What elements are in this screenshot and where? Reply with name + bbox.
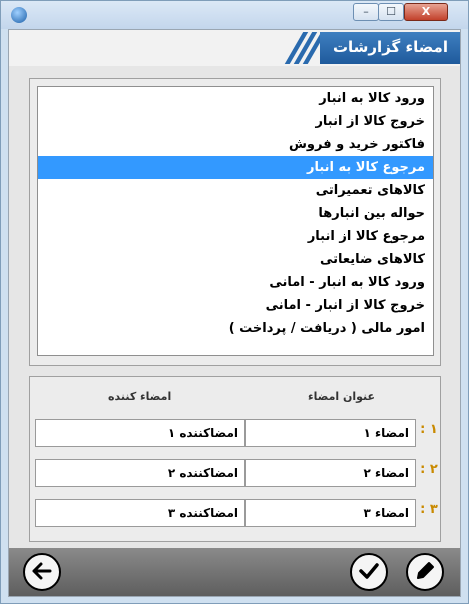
signature-row-1: امضاکننده ۱ امضاء ۱ ۱ : [30, 419, 440, 449]
signer-header: امضاء کننده [108, 390, 172, 403]
report-list-item[interactable]: خروج کالا از انبار [38, 110, 433, 133]
dialog-header: امضاء گزارشات [9, 30, 460, 66]
header-stripes [284, 32, 327, 64]
minimize-button[interactable]: – [353, 3, 379, 21]
bottom-toolbar [9, 548, 460, 596]
report-list-item[interactable]: کالاهای تعمیراتی [38, 179, 433, 202]
report-list-item[interactable]: حواله بین انبارها [38, 202, 433, 225]
edit-button[interactable] [406, 553, 444, 591]
check-icon [359, 563, 379, 579]
report-list-item[interactable]: کالاهای ضایعاتی [38, 248, 433, 271]
report-list-item[interactable]: ورود کالا به انبار [38, 87, 433, 110]
arrow-left-icon [32, 562, 52, 580]
back-button[interactable] [23, 553, 61, 591]
signature-group: عنوان امضاء امضاء کننده امضاکننده ۱ امضا… [29, 376, 441, 542]
signer-field-1[interactable]: امضاکننده ۱ [35, 419, 245, 447]
signer-field-3[interactable]: امضاکننده ۳ [35, 499, 245, 527]
signature-row-3: امضاکننده ۳ امضاء ۳ ۳ : [30, 499, 440, 529]
signature-title-field-3[interactable]: امضاء ۳ [245, 499, 416, 527]
app-window: – ☐ X امضاء گزارشات ورود کالا به انبار خر… [0, 0, 469, 604]
dialog-body: امضاء گزارشات ورود کالا به انبار خروج کال… [8, 29, 461, 597]
row-number-3: ۳ : [420, 502, 438, 517]
signer-field-2[interactable]: امضاکننده ۲ [35, 459, 245, 487]
row-number-1: ۱ : [420, 422, 438, 437]
report-list-group: ورود کالا به انبار خروج کالا از انبار فاکت… [29, 78, 441, 366]
signature-title-field-2[interactable]: امضاء ۲ [245, 459, 416, 487]
maximize-button[interactable]: ☐ [378, 3, 404, 21]
signature-title-header: عنوان امضاء [308, 390, 376, 403]
report-list-item[interactable]: مرجوع کالا به انبار [38, 156, 433, 179]
title-bar[interactable]: – ☐ X [1, 1, 468, 29]
page-title: امضاء گزارشات [332, 38, 448, 56]
row-number-2: ۲ : [420, 462, 438, 477]
signature-row-2: امضاکننده ۲ امضاء ۲ ۲ : [30, 459, 440, 489]
signature-title-field-1[interactable]: امضاء ۱ [245, 419, 416, 447]
report-list-item[interactable]: ورود کالا به انبار - امانی [38, 271, 433, 294]
report-list-item[interactable]: فاکتور خرید و فروش [38, 133, 433, 156]
report-listbox[interactable]: ورود کالا به انبار خروج کالا از انبار فاکت… [37, 86, 434, 356]
pencil-icon [417, 562, 434, 579]
confirm-button[interactable] [350, 553, 388, 591]
report-list-item[interactable]: امور مالی ( دریافت / پرداخت ) [38, 317, 433, 340]
report-list-item[interactable]: خروج کالا از انبار - امانی [38, 294, 433, 317]
app-icon [11, 7, 27, 23]
report-list-item[interactable]: مرجوع کالا از انبار [38, 225, 433, 248]
close-button[interactable]: X [404, 3, 448, 21]
